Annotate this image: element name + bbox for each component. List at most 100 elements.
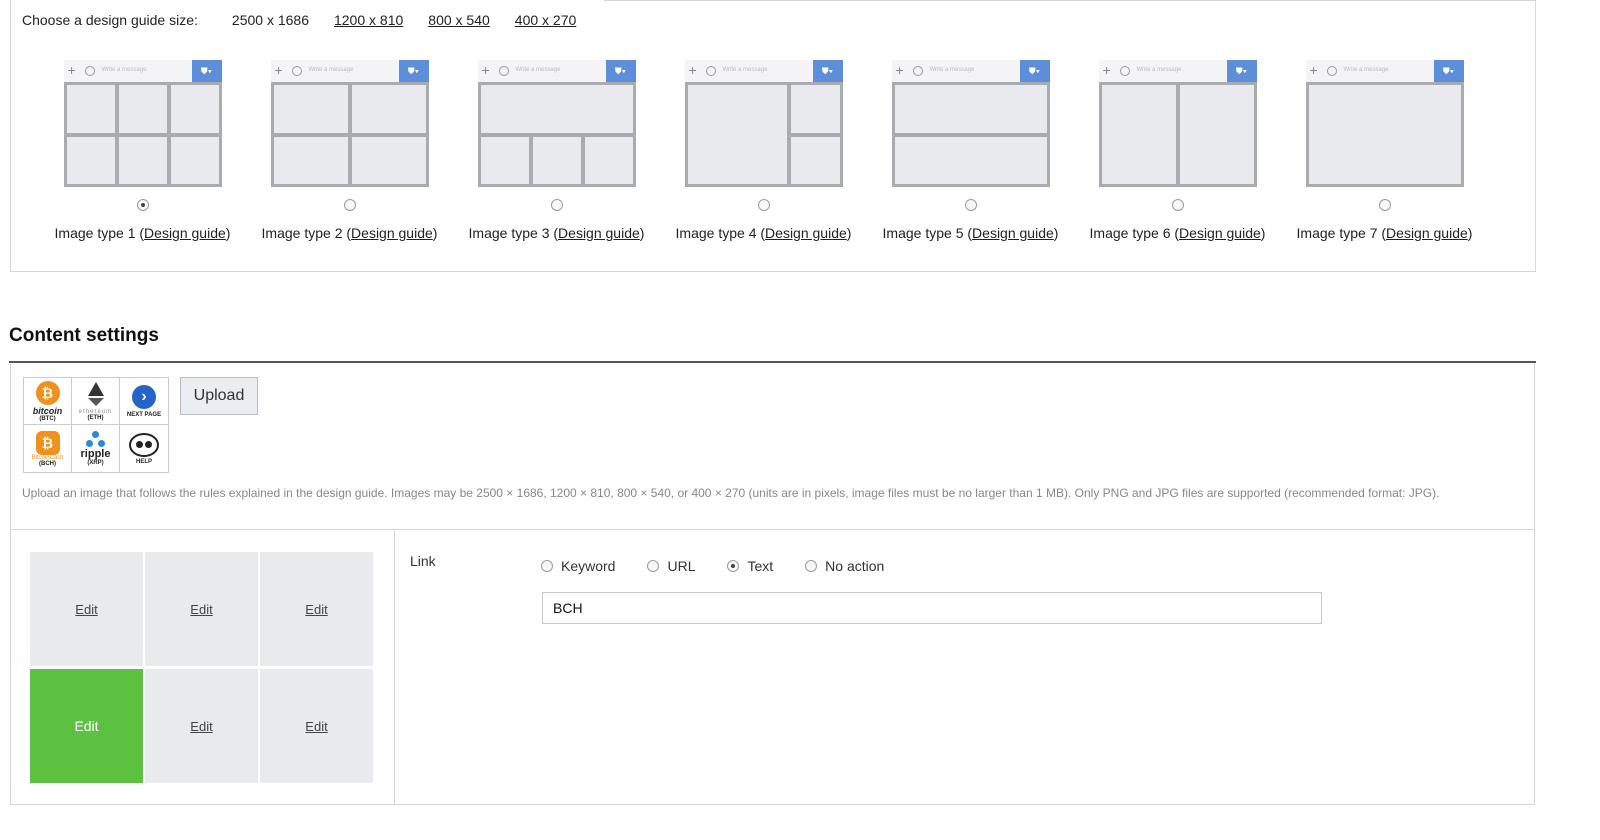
chevron-right-icon: › <box>132 384 156 409</box>
image-type-preview[interactable]: + Write a message ⛊▾ <box>270 60 429 187</box>
image-type-preview[interactable]: + Write a message ⛊▾ <box>63 60 222 187</box>
image-type-card-5[interactable]: + Write a message ⛊▾ Image type 5 (Desig… <box>867 60 1074 241</box>
design-guide-link-6[interactable]: Design guide <box>1179 225 1261 241</box>
emoji-icon <box>1119 66 1130 76</box>
layout-grid <box>270 82 429 187</box>
thumb-xrp: ripple (XRP) <box>72 425 120 472</box>
section-divider <box>11 529 1534 530</box>
shield-icon: ⛊▾ <box>812 60 843 82</box>
layout-grid <box>1305 82 1464 187</box>
design-guide-size-selector: Choose a design guide size: 2500 x 1686 … <box>22 12 601 28</box>
content-settings-panel: ₿ bitcoin (BTC) ethereum (ETH) › NEXT PA… <box>10 363 1535 805</box>
design-guide-link-4[interactable]: Design guide <box>765 225 847 241</box>
image-type-card-7[interactable]: + Write a message ⛊▾ Image type 7 (Desig… <box>1281 60 1488 241</box>
image-type-preview[interactable]: + Write a message ⛊▾ <box>1098 60 1257 187</box>
image-type-label-5: Image type 5 (Design guide) <box>882 225 1059 241</box>
composer-placeholder: Write a message <box>722 67 768 73</box>
design-guide-link-3[interactable]: Design guide <box>558 225 640 241</box>
image-type-radio-4[interactable] <box>757 199 770 211</box>
size-option-1200[interactable]: 1200 x 810 <box>334 12 403 28</box>
emoji-icon <box>498 66 509 76</box>
content-settings-title: Content settings <box>9 325 159 346</box>
composer-bar: + Write a message ⛊▾ <box>684 60 843 82</box>
design-guide-link-5[interactable]: Design guide <box>972 225 1054 241</box>
size-selector-label: Choose a design guide size: <box>22 12 198 28</box>
area-edit-grid: Edit Edit Edit Edit Edit Edit <box>30 552 374 784</box>
emoji-icon <box>705 66 716 76</box>
image-type-radio-6[interactable] <box>1171 199 1184 211</box>
design-guide-link-2[interactable]: Design guide <box>351 225 433 241</box>
image-type-list: + Write a message ⛊▾ Image type 1 (Desig… <box>39 60 1488 241</box>
column-divider <box>394 529 395 804</box>
image-type-card-3[interactable]: + Write a message ⛊▾ Image type 3 (Desig… <box>453 60 660 241</box>
thumb-next-page: › NEXT PAGE <box>120 378 168 425</box>
composer-placeholder: Write a message <box>308 67 354 73</box>
link-option-url[interactable]: URL <box>647 558 695 574</box>
shield-icon: ⛊▾ <box>1226 60 1257 82</box>
no-action-radio[interactable] <box>805 560 818 572</box>
image-type-card-4[interactable]: + Write a message ⛊▾ Image type 4 (Desig… <box>660 60 867 241</box>
image-type-radio-5[interactable] <box>964 199 977 211</box>
shield-icon: ⛊▾ <box>1433 60 1464 82</box>
size-option-800[interactable]: 800 x 540 <box>428 12 490 28</box>
keyword-radio[interactable] <box>541 560 553 572</box>
link-text-input[interactable] <box>542 592 1322 624</box>
layout-grid <box>477 82 636 187</box>
image-type-radio-3[interactable] <box>550 199 563 211</box>
upload-instructions: Upload an image that follows the rules e… <box>22 486 1440 500</box>
size-option-2500[interactable]: 2500 x 1686 <box>232 12 309 28</box>
composer-bar: + Write a message ⛊▾ <box>1305 60 1464 82</box>
image-type-label-4: Image type 4 (Design guide) <box>675 225 852 241</box>
design-guide-link-1[interactable]: Design guide <box>144 225 226 241</box>
upload-button[interactable]: Upload <box>180 377 258 415</box>
image-type-preview[interactable]: + Write a message ⛊▾ <box>1305 60 1464 187</box>
link-label: Link <box>410 553 436 569</box>
image-type-preview[interactable]: + Write a message ⛊▾ <box>891 60 1050 187</box>
emoji-icon <box>84 66 95 76</box>
layout-grid <box>1098 82 1257 187</box>
composer-bar: + Write a message ⛊▾ <box>63 60 222 82</box>
edit-area-1[interactable]: Edit <box>30 552 143 666</box>
thumb-btc: ₿ bitcoin (BTC) <box>24 378 72 425</box>
design-guide-link-7[interactable]: Design guide <box>1386 225 1468 241</box>
uploaded-image-thumbnail: ₿ bitcoin (BTC) ethereum (ETH) › NEXT PA… <box>23 377 169 473</box>
image-type-radio-2[interactable] <box>343 199 356 211</box>
plus-icon: + <box>1309 62 1318 78</box>
image-type-radio-1[interactable] <box>136 199 149 211</box>
layout-grid <box>891 82 1050 187</box>
composer-bar: + Write a message ⛊▾ <box>1098 60 1257 82</box>
image-type-card-2[interactable]: + Write a message ⛊▾ Image type 2 (Desig… <box>246 60 453 241</box>
link-option-no-action[interactable]: No action <box>805 558 884 574</box>
edit-area-5[interactable]: Edit <box>145 669 258 783</box>
image-type-label-3: Image type 3 (Design guide) <box>468 225 645 241</box>
edit-area-4-active[interactable]: Edit <box>30 669 143 783</box>
size-option-400[interactable]: 400 x 270 <box>515 12 577 28</box>
edit-area-2[interactable]: Edit <box>145 552 258 666</box>
image-type-preview[interactable]: + Write a message ⛊▾ <box>477 60 636 187</box>
image-type-label-1: Image type 1 (Design guide) <box>54 225 231 241</box>
composer-bar: + Write a message ⛊▾ <box>891 60 1050 82</box>
emoji-icon <box>291 66 302 76</box>
composer-placeholder: Write a message <box>1136 67 1182 73</box>
url-radio[interactable] <box>647 560 660 572</box>
image-type-radio-7[interactable] <box>1378 199 1391 211</box>
emoji-icon <box>912 66 923 76</box>
edit-area-3[interactable]: Edit <box>260 552 373 666</box>
link-action-options: Keyword URL Text No action <box>541 558 916 574</box>
edit-area-6[interactable]: Edit <box>260 669 373 783</box>
text-radio[interactable] <box>727 560 740 572</box>
bitcoin-icon: ₿ <box>35 380 60 405</box>
link-option-text[interactable]: Text <box>727 558 773 574</box>
image-type-card-6[interactable]: + Write a message ⛊▾ Image type 6 (Desig… <box>1074 60 1281 241</box>
thumb-bch: ₿ BitcoinCash (BCH) <box>24 425 72 472</box>
shield-icon: ⛊▾ <box>398 60 429 82</box>
shield-icon: ⛊▾ <box>605 60 636 82</box>
image-type-label-6: Image type 6 (Design guide) <box>1089 225 1266 241</box>
ethereum-icon <box>87 381 104 396</box>
link-option-keyword[interactable]: Keyword <box>541 558 615 574</box>
layout-grid <box>63 82 222 187</box>
image-type-preview[interactable]: + Write a message ⛊▾ <box>684 60 843 187</box>
image-type-card-1[interactable]: + Write a message ⛊▾ Image type 1 (Desig… <box>39 60 246 241</box>
image-type-label-2: Image type 2 (Design guide) <box>261 225 438 241</box>
composer-placeholder: Write a message <box>101 67 147 73</box>
